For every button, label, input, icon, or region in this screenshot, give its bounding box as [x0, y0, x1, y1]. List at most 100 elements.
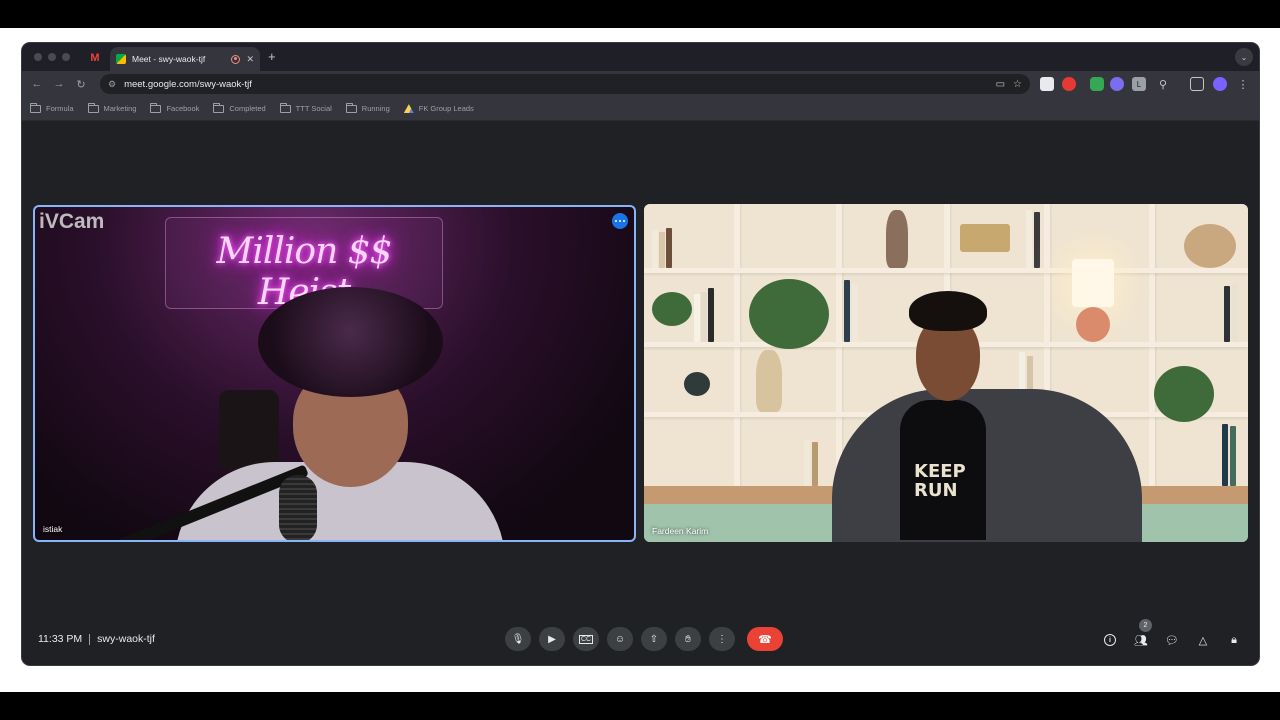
- coral-decor: [1184, 224, 1236, 268]
- camera-button[interactable]: ▶: [539, 627, 565, 651]
- shelf-board: [644, 268, 1248, 273]
- meeting-side-controls: i 👥︎ 2 💬︎ △ 🔒︎: [1101, 619, 1243, 649]
- folder-icon: [279, 102, 291, 113]
- tab-strip: M Meet - swy-waok-tjf ✕ + ⌄: [22, 43, 1259, 71]
- present-button[interactable]: ⇧: [641, 627, 667, 651]
- raise-hand-button[interactable]: ✋︎: [675, 627, 701, 651]
- book: [666, 228, 672, 268]
- extension-cloud-icon[interactable]: [1040, 77, 1054, 91]
- bookmark-facebook[interactable]: Facebook: [150, 102, 199, 113]
- book: [659, 232, 665, 268]
- maximize-window-button[interactable]: [62, 53, 70, 61]
- present-icon: ⇧: [649, 633, 659, 645]
- chat-icon: 💬︎: [1165, 634, 1179, 647]
- lamp-base: [1076, 307, 1110, 342]
- book: [701, 292, 707, 342]
- bookmark-marketing[interactable]: Marketing: [87, 102, 137, 113]
- captions-button[interactable]: CC: [573, 627, 599, 651]
- book: [812, 442, 818, 486]
- meet-icon: [116, 54, 126, 64]
- ivcam-watermark: iVCam: [39, 210, 105, 233]
- camera-permission-icon[interactable]: ▭: [996, 79, 1005, 90]
- back-icon[interactable]: ←: [28, 75, 46, 93]
- lock-icon: 🔒︎: [1231, 633, 1237, 646]
- microphone-button[interactable]: 🎙︎: [505, 627, 531, 651]
- plant: [1154, 366, 1214, 422]
- close-window-button[interactable]: [34, 53, 42, 61]
- more-options-icon: ⋮: [717, 633, 727, 645]
- address-bar[interactable]: ⚙ meet.google.com/swy-waok-tjf ▭ ☆: [100, 74, 1030, 94]
- microphone-icon: 🎙︎: [511, 633, 525, 645]
- bookmark-label: Marketing: [103, 104, 137, 113]
- book: [844, 280, 850, 342]
- emoji-button[interactable]: ☺: [607, 627, 633, 651]
- close-tab-icon[interactable]: ✕: [246, 54, 254, 65]
- lamp-shade: [1072, 259, 1114, 307]
- book: [1232, 284, 1238, 342]
- chair: [219, 390, 279, 470]
- people-icon: 👥︎: [1134, 634, 1148, 647]
- book: [804, 440, 810, 486]
- globe-decor: [684, 372, 710, 396]
- minimize-window-button[interactable]: [48, 53, 56, 61]
- extension-green-icon[interactable]: [1090, 77, 1104, 91]
- book: [652, 230, 658, 268]
- letterbox-bottom: [0, 692, 1280, 720]
- recording-icon: [231, 54, 241, 64]
- bookmark-formula[interactable]: Formula: [30, 102, 74, 113]
- extension-l-icon[interactable]: L: [1132, 77, 1146, 91]
- speaking-indicator-icon[interactable]: [612, 213, 628, 229]
- tab-meet[interactable]: Meet - swy-waok-tjf ✕: [110, 47, 260, 71]
- video-tile-istiak[interactable]: Million $$ Heist iVCam istiak: [33, 205, 636, 542]
- host-controls-button[interactable]: 🔒︎: [1225, 631, 1243, 649]
- extensions-puzzle-icon[interactable]: ⚲: [1156, 77, 1170, 91]
- people-button[interactable]: 👥︎ 2: [1132, 619, 1152, 649]
- browser-menu-icon[interactable]: ⋮: [1236, 77, 1250, 91]
- bookmark-label: Completed: [229, 104, 266, 113]
- side-panel-icon[interactable]: [1190, 77, 1204, 91]
- new-tab-button[interactable]: +: [268, 49, 276, 64]
- window-controls: [34, 53, 70, 61]
- more-options-button[interactable]: ⋮: [709, 627, 735, 651]
- meeting-code: swy-waok-tjf: [97, 633, 155, 645]
- extension-gear-icon[interactable]: [1110, 77, 1124, 91]
- profile-avatar[interactable]: [1213, 77, 1227, 91]
- emoji-icon: ☺: [614, 633, 626, 645]
- bookmark-label: FK Group Leads: [418, 104, 474, 113]
- tab-gmail[interactable]: M: [84, 47, 106, 69]
- reload-icon[interactable]: ↻: [72, 75, 90, 93]
- bookmark-completed[interactable]: Completed: [213, 102, 266, 113]
- folder-icon: [30, 102, 41, 113]
- tab-search-button[interactable]: ⌄: [1235, 48, 1253, 66]
- bookmark-fk-group-leads[interactable]: FK Group Leads: [403, 104, 474, 113]
- call-controls: 🎙︎ ▶ CC ☺ ⇧ ✋︎ ⋮ ☎︎: [505, 627, 783, 651]
- book: [852, 284, 858, 342]
- book: [708, 288, 714, 342]
- activities-icon: △: [1198, 634, 1208, 647]
- leave-call-button[interactable]: ☎︎: [747, 627, 783, 651]
- extension-pokeball-icon[interactable]: [1062, 77, 1076, 91]
- folder-icon: [87, 102, 99, 113]
- captions-icon: CC: [578, 634, 594, 644]
- folder-icon: [345, 102, 357, 113]
- participant-count-badge: 2: [1139, 619, 1152, 632]
- letterbox-top: [0, 0, 1280, 28]
- bookmark-label: TTT Social: [295, 104, 332, 113]
- vase: [756, 350, 782, 412]
- bookmark-ttt-social[interactable]: TTT Social: [279, 102, 332, 113]
- activities-button[interactable]: △: [1194, 631, 1212, 649]
- vase: [886, 210, 908, 268]
- forward-icon[interactable]: →: [50, 75, 68, 93]
- url-text: meet.google.com/swy-waok-tjf: [124, 78, 252, 90]
- book: [1230, 426, 1236, 486]
- participant-body: [832, 389, 1142, 542]
- meeting-details-button[interactable]: i: [1101, 631, 1119, 649]
- bookmark-label: Formula: [46, 104, 74, 113]
- participant-name: Fardeen Karim: [652, 526, 709, 536]
- bookmark-running[interactable]: Running: [345, 102, 390, 113]
- site-info-icon[interactable]: ⚙: [108, 79, 116, 90]
- chat-button[interactable]: 💬︎: [1163, 631, 1181, 649]
- bookmark-star-icon[interactable]: ☆: [1013, 79, 1022, 90]
- basket: [960, 224, 1010, 252]
- video-tile-fardeen-karim[interactable]: KEEP RUN Fardeen Karim: [644, 204, 1248, 542]
